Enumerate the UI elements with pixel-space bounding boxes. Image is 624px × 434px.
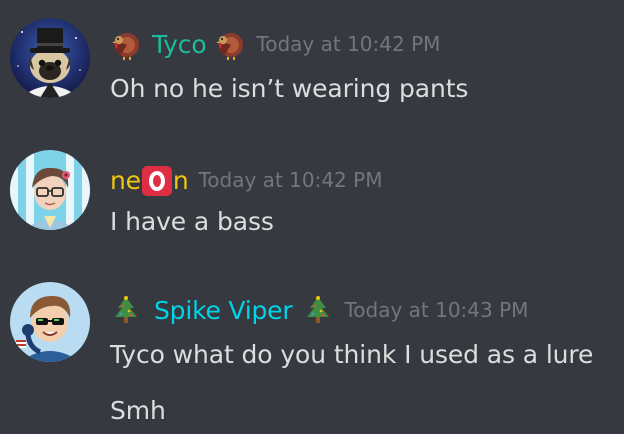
pug-top-hat-avatar-icon (10, 18, 90, 98)
message-content: Tyco what do you think I used as a lure (110, 340, 594, 369)
avatar-tyco[interactable] (10, 18, 90, 98)
message-content: Oh no he isn’t wearing pants (110, 74, 469, 103)
timestamp[interactable]: Today at 10:42 PM (198, 168, 382, 192)
message-tyco: Tyco Today at 10:42 PM Oh no he isn’t we… (0, 0, 624, 130)
username-spike-viper[interactable]: Spike Viper (154, 296, 293, 325)
cartoon-headphones-avatar-icon (10, 282, 90, 362)
message-neon: ne n Today at 10:42 PM I have a bass (0, 130, 624, 260)
turkey-icon (110, 28, 142, 60)
avatar-neon[interactable] (10, 150, 90, 230)
christmas-tree-icon (110, 294, 142, 326)
christmas-tree-icon (302, 294, 334, 326)
message-spike-viper: Spike Viper Today at 10:43 PM Tyco what … (0, 260, 624, 434)
anime-glasses-avatar-icon (10, 150, 90, 230)
timestamp[interactable]: Today at 10:42 PM (256, 32, 440, 56)
timestamp[interactable]: Today at 10:43 PM (344, 298, 528, 322)
message-header: ne n Today at 10:42 PM (110, 163, 382, 197)
message-content: Smh (110, 396, 166, 425)
username-neon[interactable]: ne n (110, 165, 189, 196)
message-header: Tyco Today at 10:42 PM (110, 27, 440, 61)
username-prefix: ne (110, 166, 141, 195)
message-header: Spike Viper Today at 10:43 PM (110, 293, 528, 327)
username-tyco[interactable]: Tyco (152, 30, 207, 59)
avatar-spike-viper[interactable] (10, 282, 90, 362)
message-content: I have a bass (110, 207, 274, 236)
turkey-icon (214, 28, 246, 60)
o-button-icon (141, 165, 172, 196)
username-suffix: n (172, 166, 189, 195)
